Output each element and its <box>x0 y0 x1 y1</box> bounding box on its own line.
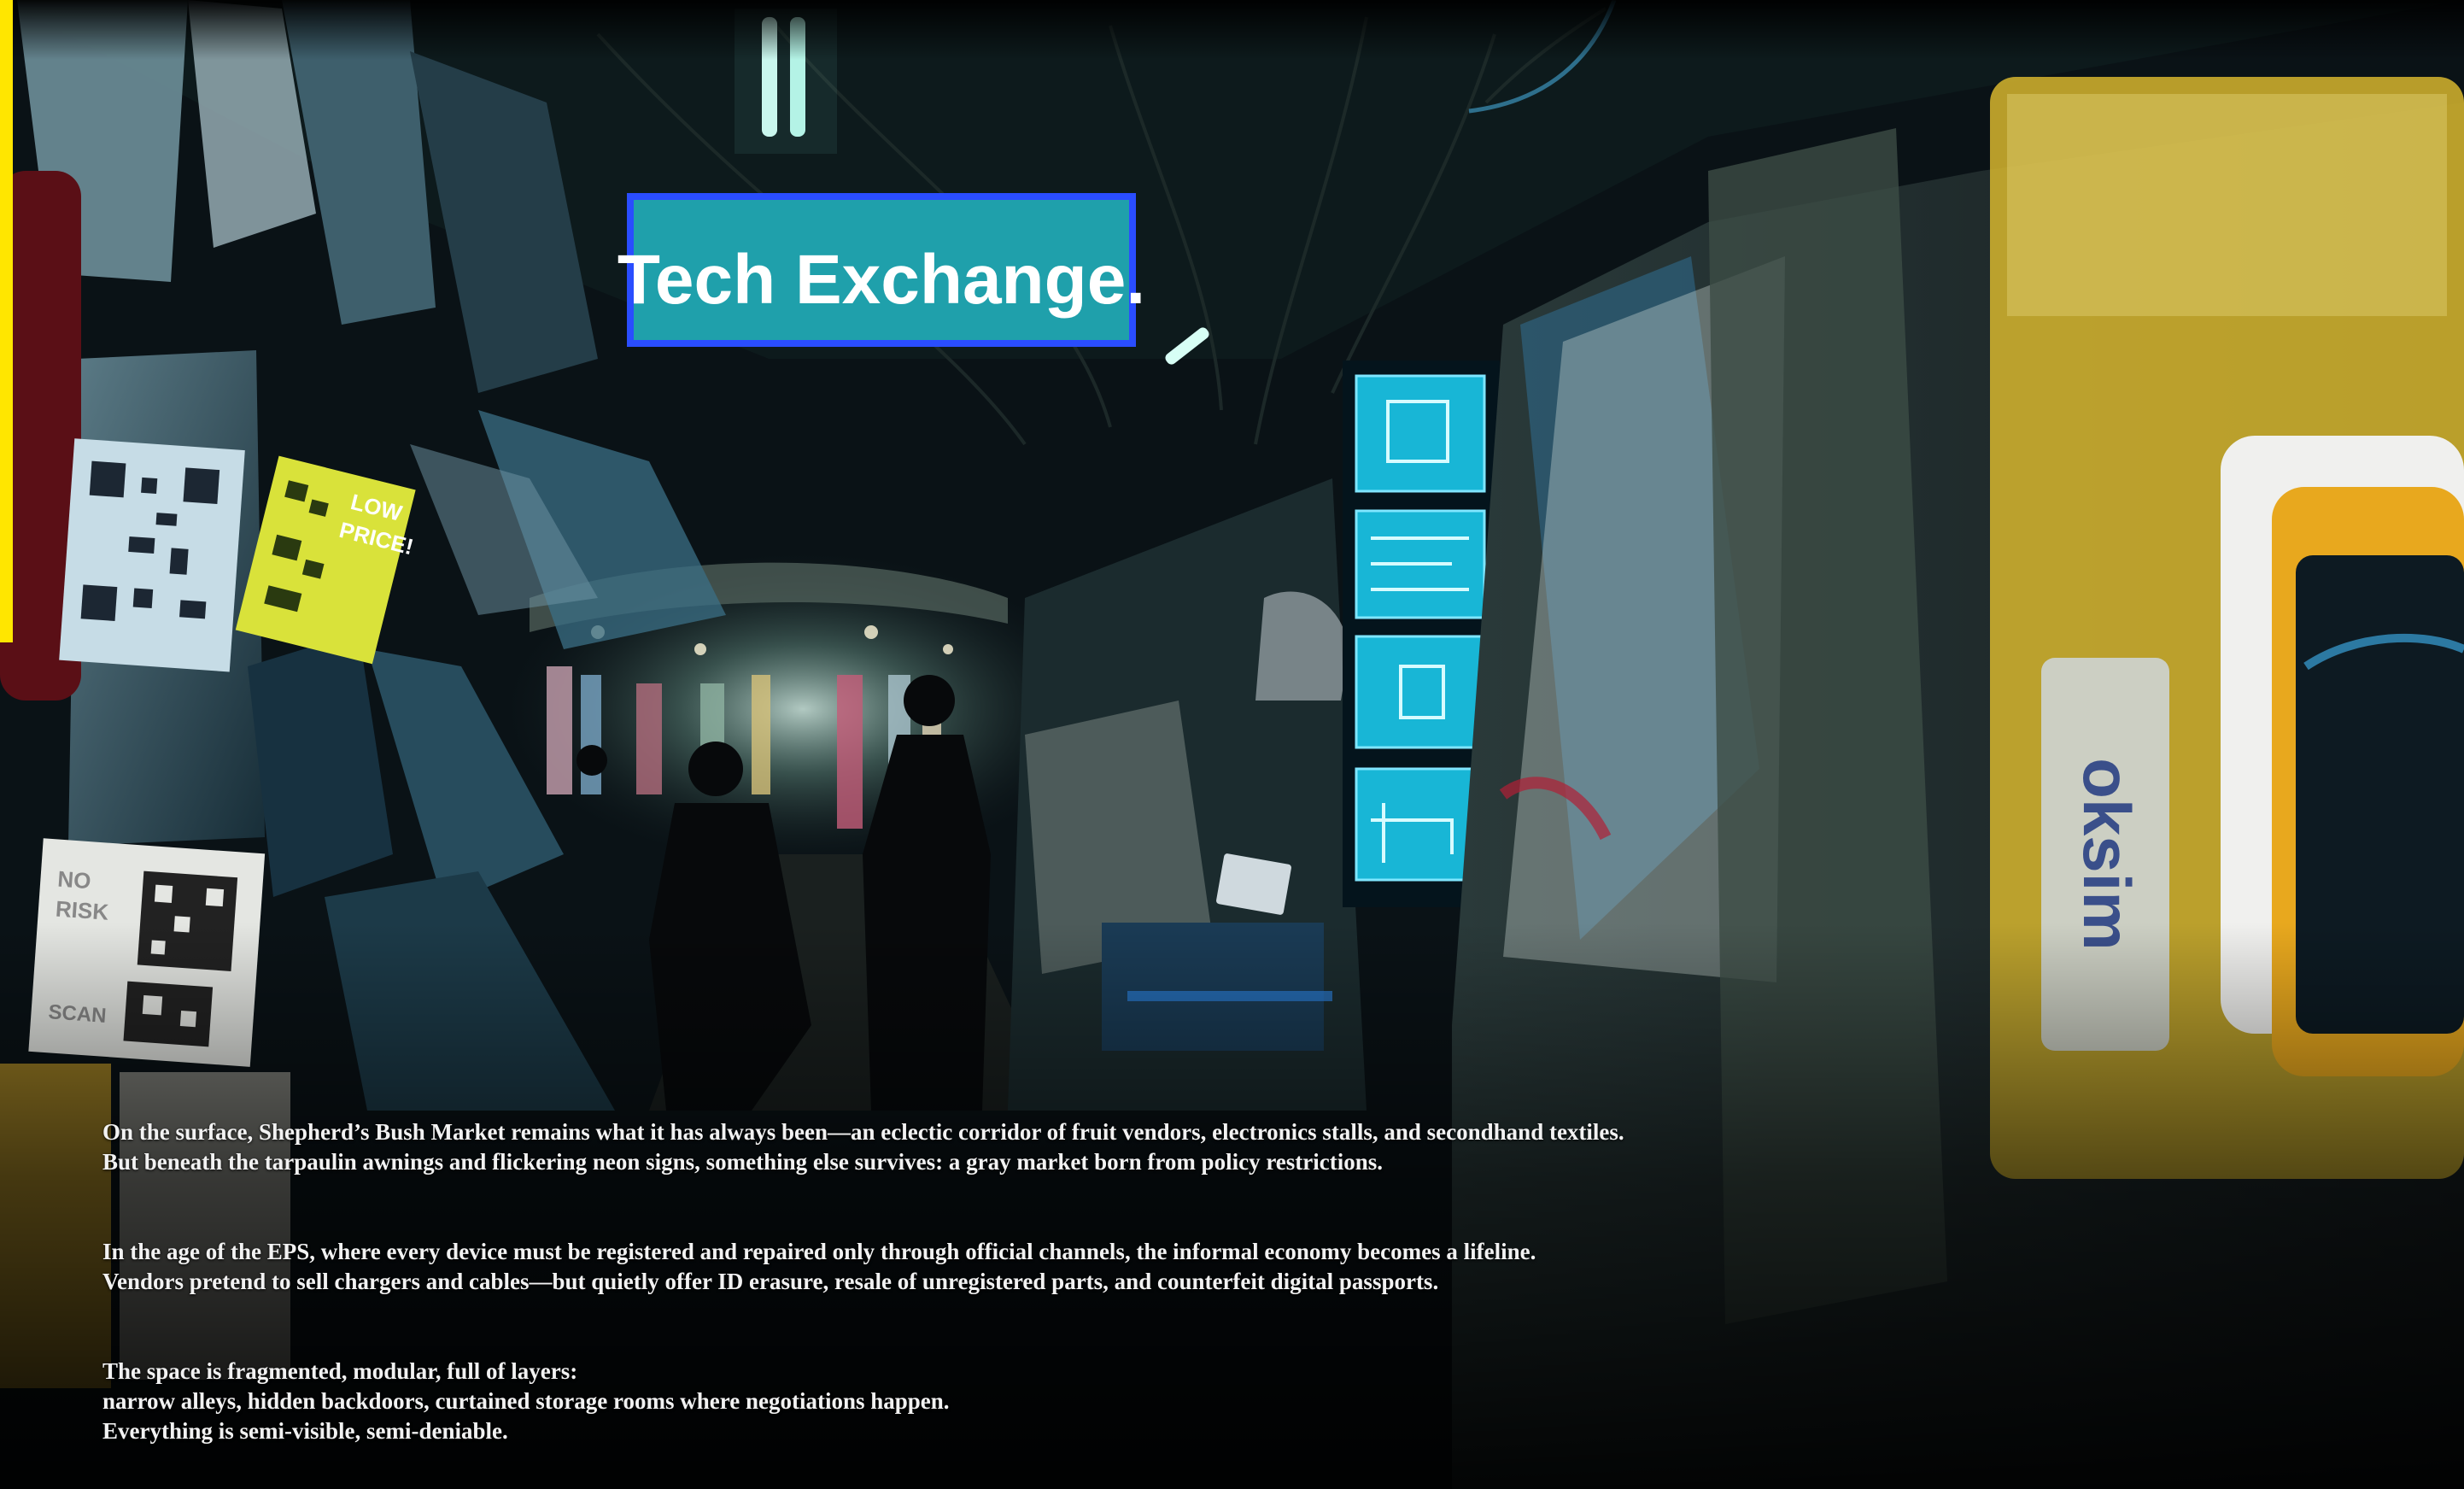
brand-card-text: oksim <box>2069 758 2145 950</box>
caption-paragraph-2: In the age of the EPS, where every devic… <box>102 1237 1896 1297</box>
tech-exchange-sign: Tech Exchange. <box>617 241 1145 319</box>
caption-line: Everything is semi-visible, semi-deniabl… <box>102 1418 508 1444</box>
poster-no-risk-text: NO <box>56 866 91 894</box>
caption-line: On the surface, Shepherd’s Bush Market r… <box>102 1119 1624 1145</box>
caption-paragraph-3: The space is fragmented, modular, full o… <box>102 1357 1896 1446</box>
caption-line: Vendors pretend to sell chargers and cab… <box>102 1269 1439 1294</box>
caption-line: The space is fragmented, modular, full o… <box>102 1358 578 1384</box>
accent-bar <box>0 0 13 642</box>
story-caption: On the surface, Shepherd’s Bush Market r… <box>102 1117 1896 1446</box>
caption-line: narrow alleys, hidden backdoors, curtain… <box>102 1388 950 1414</box>
svg-text:RISK: RISK <box>55 896 109 925</box>
caption-line: But beneath the tarpaulin awnings and fl… <box>102 1149 1384 1175</box>
caption-paragraph-1: On the surface, Shepherd’s Bush Market r… <box>102 1117 1896 1177</box>
caption-line: In the age of the EPS, where every devic… <box>102 1239 1536 1264</box>
